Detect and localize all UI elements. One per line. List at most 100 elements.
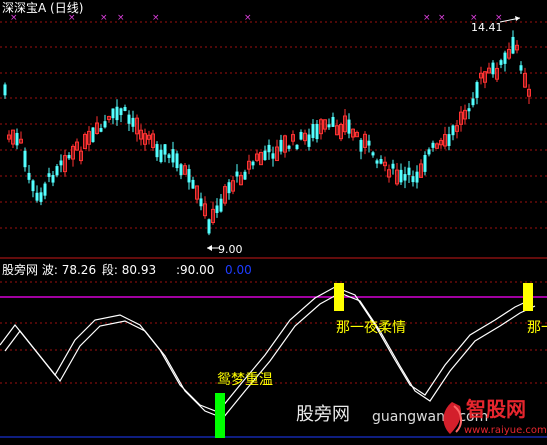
high-price-label: 14.41 — [471, 21, 503, 34]
indicator-name: 股旁网 — [2, 263, 39, 277]
candle-body — [403, 174, 407, 181]
signal-bar-top-2 — [523, 283, 533, 311]
candle-body — [187, 169, 191, 183]
chart-canvas[interactable]: × × × × × × × × × × — [0, 0, 547, 445]
candle-body — [315, 123, 319, 140]
signal-bar-top-1 — [334, 283, 344, 311]
candle-body — [367, 140, 371, 146]
candle-body — [51, 175, 55, 183]
level-value: :90.00 — [176, 263, 215, 277]
candle-body — [67, 154, 71, 159]
candle-body — [131, 117, 135, 127]
candle-body — [15, 132, 19, 146]
signal-bar-bottom — [215, 393, 225, 438]
candle-body — [279, 139, 283, 152]
candle-body — [47, 173, 51, 177]
candlestick-series[interactable] — [3, 30, 531, 236]
zero-value: 0.00 — [225, 263, 252, 277]
candle-body — [171, 149, 175, 163]
stock-title: 深深宝A (日线) — [2, 1, 83, 15]
candle-body — [103, 121, 107, 128]
marker-icon: × — [438, 13, 446, 23]
candle-body — [175, 153, 179, 169]
candle-body — [23, 150, 27, 168]
candle-body — [331, 116, 335, 127]
indicator-header: 股旁网 波: 78.26 段: 80.93 — [2, 263, 156, 277]
candle-body — [227, 182, 231, 194]
candle-body — [475, 82, 479, 98]
candle-body — [415, 171, 419, 183]
candle-body — [295, 144, 299, 150]
candle-body — [327, 124, 331, 128]
candle-body — [163, 144, 167, 155]
candle-body — [155, 144, 159, 158]
marker-icon: × — [244, 13, 252, 23]
candle-body — [31, 180, 35, 192]
candle-body — [471, 98, 475, 106]
candle-body — [199, 198, 203, 207]
candle-body — [179, 164, 183, 176]
candle-body — [503, 52, 507, 64]
candle-body — [207, 219, 211, 234]
price-grid — [0, 21, 547, 438]
candle-body — [167, 154, 171, 158]
candle-body — [39, 192, 43, 202]
candle-body — [499, 60, 503, 65]
marker-icon: × — [423, 13, 431, 23]
candle-body — [359, 139, 363, 152]
stock-name: 深深宝A — [2, 1, 47, 15]
candle-body — [55, 166, 59, 176]
candle-body — [431, 142, 435, 148]
candle-body — [519, 65, 523, 71]
high-arrow-head — [515, 16, 520, 21]
candle-body — [243, 171, 247, 180]
candle-body — [399, 169, 403, 183]
marker-icon: × — [117, 13, 125, 23]
candle-body — [35, 192, 39, 201]
candle-body — [375, 160, 379, 164]
watermark-logo-url: www.raiyue.com — [464, 425, 547, 436]
candle-body — [427, 149, 431, 155]
segment-label: 段: — [101, 263, 118, 277]
candle-body — [447, 134, 451, 146]
candle-body — [123, 107, 127, 111]
price-annotations — [207, 16, 521, 251]
candle-body — [91, 127, 95, 143]
candle-body — [467, 108, 471, 112]
candle-body — [119, 108, 123, 116]
candle-body — [43, 183, 47, 196]
bottom-signal-annotation: 鸳梦重温 — [217, 372, 273, 388]
candle-body — [251, 161, 255, 166]
candle-body — [347, 119, 351, 134]
candle-body — [307, 134, 311, 147]
low-arrow-head — [207, 245, 212, 251]
low-price-label: 9.00 — [218, 243, 243, 256]
candle-body — [115, 106, 119, 121]
candle-body — [411, 176, 415, 183]
candle-body — [391, 163, 395, 169]
candle-body — [299, 131, 303, 140]
candle-body — [407, 167, 411, 176]
candle-body — [263, 150, 267, 161]
candle-body — [127, 114, 131, 124]
marker-icon: × — [152, 13, 160, 23]
candle-body — [271, 153, 275, 159]
candle-body — [379, 158, 383, 164]
candle-body — [191, 179, 195, 189]
candle-body — [451, 125, 455, 136]
candle-body — [311, 124, 315, 138]
candle-body — [235, 171, 239, 177]
candle-body — [159, 149, 163, 162]
watermark-site-name: 股旁网 — [296, 404, 350, 425]
period-label: (日线) — [50, 1, 84, 15]
candle-body — [59, 160, 63, 166]
candle-body — [371, 152, 375, 156]
segment-value: 80.93 — [121, 263, 157, 277]
wave-label: 波: — [41, 263, 58, 277]
candle-body — [491, 62, 495, 75]
wave-value: 78.26 — [61, 263, 97, 277]
candle-body — [219, 198, 223, 212]
marker-icon: × — [100, 13, 108, 23]
watermark-logo-text: 智股网 — [466, 397, 526, 421]
candle-body — [423, 155, 427, 172]
